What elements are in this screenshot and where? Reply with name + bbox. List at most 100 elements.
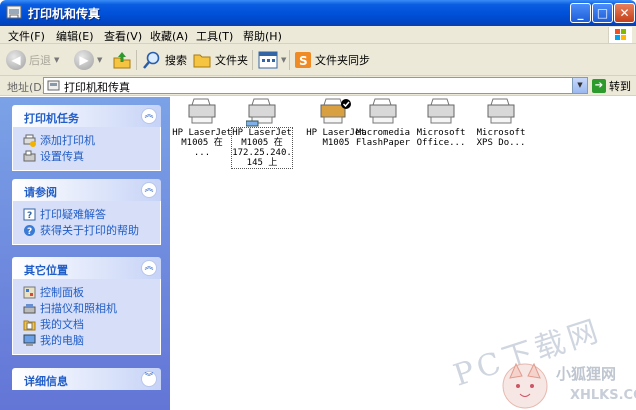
folders-button[interactable]: 文件夹: [192, 48, 248, 72]
add-printer-icon: [23, 134, 36, 147]
address-input[interactable]: 打印机和传真 ▼: [43, 77, 588, 94]
panel-header[interactable]: 其它位置 ︽: [12, 257, 161, 279]
fox-logo-icon: [502, 362, 548, 409]
printer-item[interactable]: HP LaserJet M1005 在 ...: [172, 97, 232, 158]
address-label: 地址(D): [7, 81, 47, 94]
panel-printer-tasks: 打印机任务 ︽ 添加打印机 设置传真: [12, 105, 161, 171]
close-button[interactable]: ✕: [614, 3, 635, 23]
back-label: 后退: [29, 54, 51, 67]
folder-sync-button[interactable]: S 文件夹同步: [294, 48, 370, 72]
menu-edit[interactable]: 编辑(E): [56, 28, 94, 44]
up-folder-button[interactable]: [112, 48, 132, 72]
folder-icon: [193, 54, 211, 68]
chevron-down-icon: ▼: [54, 56, 60, 64]
panel-header[interactable]: 打印机任务 ︽: [12, 105, 161, 127]
setup-fax-link[interactable]: 设置传真: [23, 148, 160, 164]
help-icon: ?: [23, 208, 36, 221]
panel-header[interactable]: 详细信息 ︾: [12, 368, 161, 390]
control-panel-icon: [23, 286, 36, 298]
windows-logo-icon: [608, 27, 632, 43]
link-label: 控制面板: [40, 286, 84, 299]
toolbar-divider: [136, 50, 137, 70]
watermark-url: XHLKS.COM: [570, 388, 636, 403]
expand-chevron-icon[interactable]: ︾: [141, 371, 157, 387]
printer-icon: [487, 98, 515, 124]
menu-tools[interactable]: 工具(T): [196, 28, 233, 44]
my-computer-icon: [23, 334, 36, 346]
link-label: 扫描仪和照相机: [40, 302, 117, 315]
menu-help[interactable]: 帮助(H): [243, 28, 282, 44]
maximize-button[interactable]: □: [592, 3, 613, 23]
toolbar-divider: [289, 50, 290, 70]
default-printer-icon: [320, 98, 351, 124]
printer-label: Macromedia FlashPaper: [355, 128, 411, 148]
printer-label: HP LaserJet M1005 在 ...: [172, 128, 232, 158]
views-button[interactable]: ▼: [258, 48, 286, 72]
troubleshoot-printing-link[interactable]: ? 打印疑难解答: [23, 206, 160, 222]
search-icon: [143, 51, 160, 69]
network-printer-icon: [246, 98, 276, 127]
chevron-down-icon: ▼: [97, 56, 103, 64]
address-value: 打印机和传真: [64, 81, 130, 94]
add-printer-link[interactable]: 添加打印机: [23, 132, 160, 148]
panel-header[interactable]: 请参阅 ︽: [12, 179, 161, 201]
up-folder-icon: [113, 52, 131, 69]
link-label: 设置传真: [40, 150, 84, 163]
address-bar: 地址(D) 打印机和传真 ▼ ➔ 转到: [0, 76, 636, 96]
my-computer-link[interactable]: 我的电脑: [23, 332, 160, 348]
printer-item[interactable]: Microsoft Office...: [411, 97, 471, 148]
search-button[interactable]: 搜索: [142, 48, 187, 72]
panel-body: ? 打印疑难解答 ? 获得关于打印的帮助: [12, 201, 161, 245]
printer-label: Microsoft Office...: [416, 128, 466, 148]
go-button[interactable]: ➔ 转到: [592, 78, 631, 94]
panel-title: 其它位置: [24, 264, 68, 277]
printer-icon: [188, 98, 216, 124]
scanner-camera-icon: [23, 303, 36, 313]
scanners-cameras-link[interactable]: 扫描仪和照相机: [23, 300, 160, 316]
back-arrow-icon: ◀: [6, 50, 26, 70]
menu-view[interactable]: 查看(V): [104, 28, 142, 44]
toolbar-divider: [252, 50, 253, 70]
panel-title: 打印机任务: [24, 112, 79, 125]
task-pane: 打印机任务 ︽ 添加打印机 设置传真 请参阅 ︽ ? 打印疑难解答 ? 获得关于…: [0, 97, 170, 410]
go-arrow-icon: ➔: [592, 79, 606, 93]
forward-button[interactable]: ▶ ▼: [74, 48, 102, 72]
sync-icon: S: [295, 52, 311, 68]
collapse-chevron-icon[interactable]: ︽: [141, 108, 157, 124]
control-panel-link[interactable]: 控制面板: [23, 284, 160, 300]
link-label: 获得关于打印的帮助: [40, 224, 139, 237]
fax-icon: [23, 150, 36, 161]
link-label: 添加打印机: [40, 134, 95, 147]
menu-favorites[interactable]: 收藏(A): [150, 28, 188, 44]
back-button[interactable]: ◀ 后退 ▼: [6, 48, 59, 72]
collapse-chevron-icon[interactable]: ︽: [141, 260, 157, 276]
printer-label: HP LaserJet M1005 在 172.25.240. 145 上: [231, 127, 293, 169]
printer-folder-icon: [47, 80, 60, 91]
watermark-subtext: 小狐狸网: [556, 365, 617, 383]
link-label: 我的文档: [40, 318, 84, 331]
folders-label: 文件夹: [215, 54, 248, 67]
panel-body: 控制面板 扫描仪和照相机 我的文档 我的电脑: [12, 279, 161, 355]
menu-file[interactable]: 文件(F): [8, 28, 45, 44]
minimize-button[interactable]: _: [570, 3, 591, 23]
panel-body: 添加打印机 设置传真: [12, 127, 161, 171]
my-documents-icon: [23, 320, 36, 330]
watermark: PC下载网 小狐狸网 XHLKS.COM: [420, 300, 636, 410]
printer-item[interactable]: HP LaserJet M1005 在 172.25.240. 145 上: [231, 97, 293, 169]
printer-label: Microsoft XPS Do...: [476, 128, 526, 148]
collapse-chevron-icon[interactable]: ︽: [141, 182, 157, 198]
sync-label: 文件夹同步: [315, 54, 370, 67]
chevron-down-icon: ▼: [281, 56, 287, 64]
printer-icon: [369, 98, 397, 124]
help-circle-icon: ?: [24, 224, 35, 237]
link-label: 我的电脑: [40, 334, 84, 347]
address-dropdown-icon[interactable]: ▼: [572, 78, 587, 93]
panel-details: 详细信息 ︾: [12, 368, 161, 390]
panel-other-places: 其它位置 ︽ 控制面板 扫描仪和照相机 我的文档 我的电脑: [12, 257, 161, 355]
my-documents-link[interactable]: 我的文档: [23, 316, 160, 332]
printer-item[interactable]: Microsoft XPS Do...: [471, 97, 531, 148]
forward-arrow-icon: ▶: [74, 50, 94, 70]
svg-text:S: S: [299, 54, 308, 68]
printer-item[interactable]: Macromedia FlashPaper: [353, 97, 413, 148]
printing-help-link[interactable]: ? 获得关于打印的帮助: [23, 222, 160, 238]
